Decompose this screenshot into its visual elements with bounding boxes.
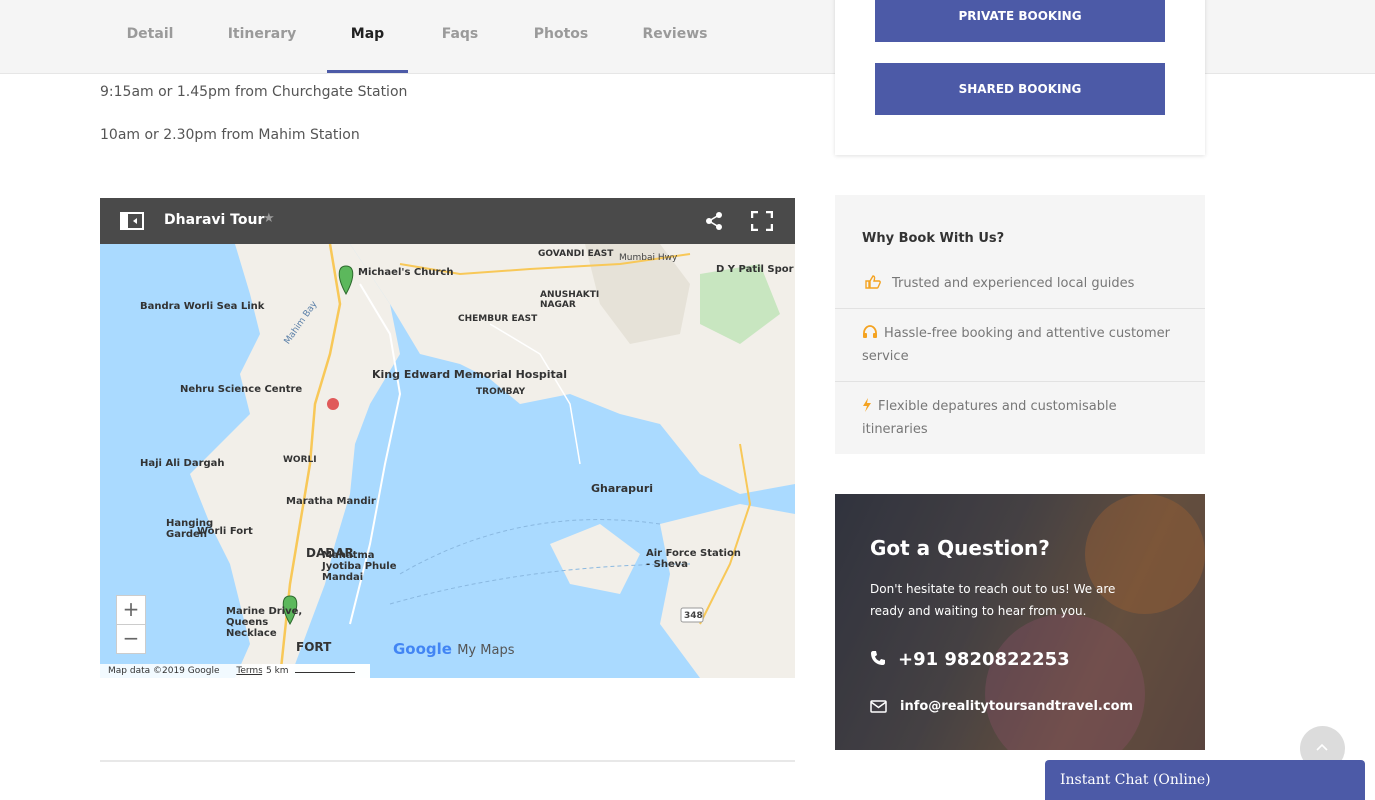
map-label-haji-ali: Haji Ali Dargah bbox=[140, 458, 225, 469]
star-icon[interactable]: ★ bbox=[263, 211, 275, 226]
map-title[interactable]: Dharavi Tour bbox=[164, 212, 264, 228]
why-separator bbox=[835, 381, 1205, 382]
bolt-icon bbox=[863, 398, 871, 412]
booking-card: PRIVATE BOOKING SHARED BOOKING bbox=[835, 0, 1205, 155]
map-label-hanging: Hanging Garden bbox=[166, 518, 214, 540]
why-item-booking: Hassle-free booking and attentive custom… bbox=[862, 325, 1171, 364]
map-label-worli: WORLI bbox=[283, 455, 317, 465]
map-terms-link[interactable]: Terms bbox=[236, 666, 263, 676]
tab-detail[interactable]: Detail bbox=[120, 0, 180, 73]
question-text: Don't hesitate to reach out to us! We ar… bbox=[870, 582, 1116, 618]
shared-booking-button[interactable]: SHARED BOOKING bbox=[875, 63, 1165, 115]
map-label-chembur: CHEMBUR EAST bbox=[458, 314, 538, 324]
sidebar-toggle-icon[interactable] bbox=[120, 212, 144, 230]
tab-faqs[interactable]: Faqs bbox=[434, 0, 486, 73]
tab-itinerary[interactable]: Itinerary bbox=[224, 0, 300, 73]
headphones-icon bbox=[863, 325, 877, 338]
map-label-airforce: Air Force Station - Sheva bbox=[646, 548, 741, 570]
google-logo: Google My Maps bbox=[393, 640, 515, 658]
envelope-icon bbox=[870, 700, 887, 713]
zoom-out-button[interactable]: − bbox=[116, 624, 146, 654]
map-label-gharapuri: Gharapuri bbox=[591, 482, 654, 495]
email-link[interactable]: info@realitytoursandtravel.com bbox=[900, 699, 1133, 714]
content-divider bbox=[100, 760, 795, 762]
map-scale: 5 km bbox=[262, 664, 370, 678]
instant-chat-button[interactable]: Instant Chat (Online) bbox=[1045, 760, 1365, 800]
tab-photos[interactable]: Photos bbox=[527, 0, 595, 73]
schedule-mahim: 10am or 2.30pm from Mahim Station bbox=[100, 127, 360, 143]
tab-map[interactable]: Map bbox=[327, 0, 408, 73]
map-label-nehru: Nehru Science Centre bbox=[180, 384, 303, 395]
map-label-mumbai-hwy: Mumbai Hwy bbox=[619, 253, 678, 263]
question-title: Got a Question? bbox=[870, 536, 1050, 560]
fullscreen-icon[interactable] bbox=[751, 211, 773, 231]
why-item-guides: Trusted and experienced local guides bbox=[835, 272, 1205, 295]
thumbs-up-icon bbox=[865, 275, 881, 289]
map-label-maratha: Maratha Mandir bbox=[286, 496, 376, 507]
map-label-sea-link: Bandra Worli Sea Link bbox=[140, 301, 265, 312]
map-label-dy-patil: D Y Patil Spor bbox=[716, 264, 794, 275]
private-booking-button[interactable]: PRIVATE BOOKING bbox=[875, 0, 1165, 42]
map-copyright: Map data ©2019 Google bbox=[108, 666, 220, 676]
tab-reviews[interactable]: Reviews bbox=[638, 0, 712, 73]
zoom-in-button[interactable]: + bbox=[116, 595, 146, 625]
why-book-title: Why Book With Us? bbox=[862, 231, 1005, 246]
why-book-card: Why Book With Us? Trusted and experience… bbox=[835, 195, 1205, 454]
map-label-kem: King Edward Memorial Hospital bbox=[372, 368, 567, 381]
chevron-up-icon bbox=[1316, 743, 1328, 751]
map-label-fort: FORT bbox=[296, 640, 332, 654]
schedule-churchgate: 9:15am or 1.45pm from Churchgate Station bbox=[100, 84, 408, 100]
map-label-marine: Marine Drive, Queens Necklace bbox=[226, 606, 303, 639]
map-label-trombay: TROMBAY bbox=[476, 387, 526, 397]
map-label-govandi: GOVANDI EAST bbox=[538, 249, 614, 259]
map-header: Dharavi Tour ★ bbox=[100, 198, 795, 244]
share-icon[interactable] bbox=[704, 211, 724, 231]
why-separator bbox=[835, 308, 1205, 309]
map-label-church: Michael's Church bbox=[358, 267, 454, 278]
map-label-phule: Mahatma Jyotiba Phule Mandai bbox=[322, 550, 397, 583]
embedded-map[interactable]: Dharavi Tour ★ Bandra Worli Sea Link Mic… bbox=[100, 198, 795, 678]
phone-link[interactable]: +91 9820822253 bbox=[898, 649, 1070, 670]
map-label-anushakti: ANUSHAKTI NAGAR bbox=[540, 290, 600, 310]
question-banner: Got a Question? Don't hesitate to reach … bbox=[835, 494, 1205, 750]
why-item-flexible: Flexible depatures and customisable itin… bbox=[862, 398, 1117, 437]
map-label-route-348: 348 bbox=[684, 611, 703, 621]
phone-icon bbox=[871, 651, 885, 665]
